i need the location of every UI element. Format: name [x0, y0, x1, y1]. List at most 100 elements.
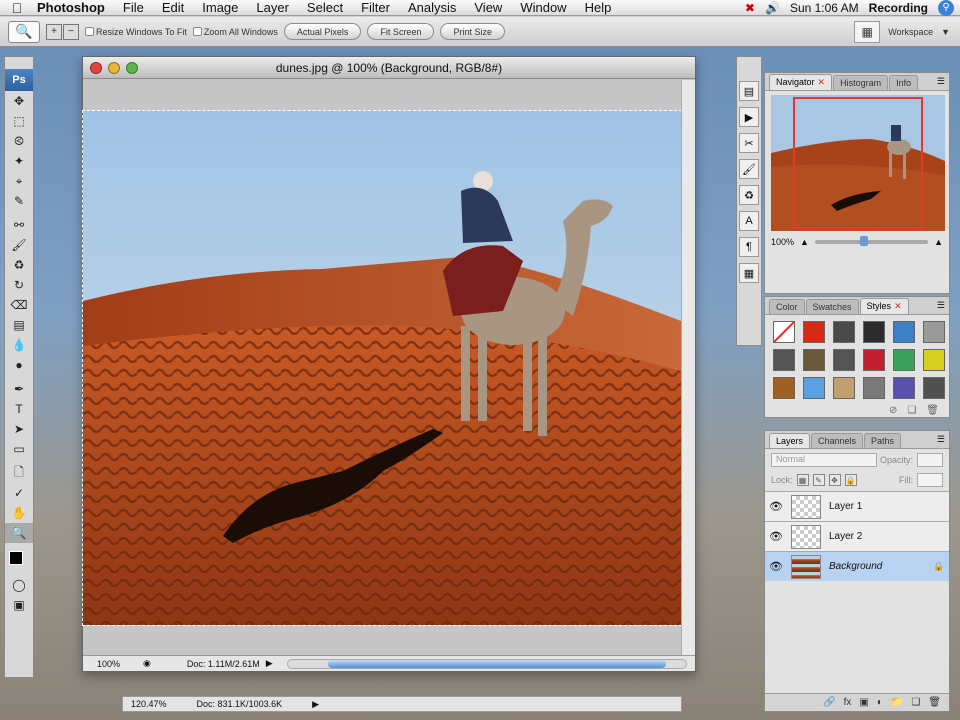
zoom-out-icon[interactable]: − [63, 23, 79, 40]
blur-tool-icon[interactable]: 💧 [5, 335, 33, 355]
clock[interactable]: Sun 1:06 AM [790, 1, 859, 15]
tab-paths[interactable]: Paths [864, 433, 902, 448]
zoom-out-mountain-icon[interactable]: ▲ [800, 237, 809, 247]
zoom-tool-preset-icon[interactable]: 🔍 [8, 20, 40, 43]
chevron-down-icon[interactable]: ▼ [941, 27, 950, 37]
close-icon[interactable] [90, 61, 102, 74]
zoom-icon[interactable] [126, 61, 138, 74]
style-swatch[interactable] [923, 377, 945, 399]
clear-style-icon[interactable]: ⊘ [889, 405, 897, 416]
layer-row-selected[interactable]: 👁 Background 🔒 [765, 551, 949, 581]
pen-tool-icon[interactable]: ✒ [5, 379, 33, 399]
clone-stamp-tool-icon[interactable]: ♻ [5, 255, 33, 275]
zoom-in-mountain-icon[interactable]: ▲ [934, 237, 943, 247]
no-entry-icon[interactable]: ✖ [745, 1, 755, 15]
spotlight-icon[interactable]: ⚲ [938, 0, 954, 16]
panel-menu-icon[interactable]: ☰ [937, 434, 945, 445]
panel-menu-icon[interactable]: ☰ [937, 300, 945, 311]
menu-layer[interactable]: Layer [247, 0, 298, 16]
clone-source-icon[interactable]: ♻ [739, 185, 759, 205]
menu-select[interactable]: Select [298, 0, 352, 16]
new-layer-icon[interactable]: ❏ [911, 697, 920, 708]
style-swatch[interactable] [803, 321, 825, 343]
style-swatch[interactable] [773, 377, 795, 399]
style-swatch[interactable] [863, 349, 885, 371]
menu-help[interactable]: Help [576, 0, 621, 16]
style-swatch[interactable] [833, 349, 855, 371]
style-swatch[interactable] [893, 349, 915, 371]
magic-wand-tool-icon[interactable]: ✦ [5, 151, 33, 171]
crop-tool-icon[interactable]: ⌖ [5, 171, 33, 191]
tool-presets-icon[interactable]: ✂ [739, 133, 759, 153]
vertical-scrollbar[interactable] [681, 80, 695, 655]
recording-status[interactable]: Recording [869, 1, 928, 15]
canvas-area[interactable] [82, 80, 682, 655]
menu-analysis[interactable]: Analysis [399, 0, 465, 16]
style-swatch[interactable] [923, 349, 945, 371]
dunes-image[interactable] [82, 110, 682, 626]
lock-transparency-icon[interactable]: ▦ [796, 474, 809, 486]
eyedropper-tool-icon[interactable]: ✓ [5, 483, 33, 503]
fill-field[interactable] [917, 473, 943, 487]
style-swatch[interactable] [833, 377, 855, 399]
status-menu-icon[interactable]: ◉ [143, 658, 151, 669]
ps-logo[interactable]: Ps [5, 69, 33, 91]
hand-tool-icon[interactable]: ✋ [5, 503, 33, 523]
horizontal-scrollbar[interactable] [286, 658, 687, 669]
healing-brush-tool-icon[interactable]: ⚯ [5, 215, 33, 235]
workspace-menu[interactable]: Workspace [888, 27, 933, 37]
tab-swatches[interactable]: Swatches [805, 299, 859, 314]
link-layers-icon[interactable]: 🔗 [823, 697, 835, 708]
layer-row[interactable]: 👁 Layer 1 [765, 491, 949, 521]
style-swatch[interactable] [803, 349, 825, 371]
notes-tool-icon[interactable]: 🗋 [5, 463, 33, 483]
apple-icon[interactable]:  [6, 0, 28, 16]
status-arrow-icon[interactable]: ▶ [312, 699, 319, 710]
style-swatch[interactable] [803, 377, 825, 399]
minimize-icon[interactable] [108, 61, 120, 74]
style-swatch[interactable] [893, 377, 915, 399]
tab-layers[interactable]: Layers [769, 433, 811, 448]
tab-styles[interactable]: Styles ✕ [859, 298, 909, 314]
menu-window[interactable]: Window [511, 0, 575, 16]
eye-icon[interactable]: 👁 [765, 560, 787, 573]
layer-style-icon[interactable]: fx [844, 697, 852, 708]
eraser-tool-icon[interactable]: ⌫ [5, 295, 33, 315]
zoom-level[interactable]: 100% [97, 659, 137, 669]
tab-navigator[interactable]: Navigator ✕ [769, 74, 833, 90]
lock-all-icon[interactable]: 🔒 [844, 474, 857, 486]
dodge-tool-icon[interactable]: ● [5, 355, 33, 375]
type-tool-icon[interactable]: T [5, 399, 33, 419]
lasso-tool-icon[interactable]: ⧀ [5, 131, 33, 151]
resize-windows-checkbox[interactable]: Resize Windows To Fit [85, 27, 187, 37]
shape-tool-icon[interactable]: ▭ [5, 439, 33, 459]
brushes-palette-icon[interactable]: 🖌 [739, 159, 759, 179]
history-palette-icon[interactable]: ▤ [739, 81, 759, 101]
gradient-tool-icon[interactable]: ▤ [5, 315, 33, 335]
status-arrow-icon[interactable]: ▶ [266, 658, 273, 669]
actual-pixels-button[interactable]: Actual Pixels [283, 23, 362, 40]
slider-knob[interactable] [860, 236, 869, 246]
eye-icon[interactable]: 👁 [765, 500, 787, 513]
navigator-zoom-value[interactable]: 100% [771, 237, 794, 247]
paragraph-palette-icon[interactable]: ¶ [739, 237, 759, 257]
tab-color[interactable]: Color [769, 299, 805, 314]
history-brush-tool-icon[interactable]: ↻ [5, 275, 33, 295]
lock-image-icon[interactable]: ✎ [812, 474, 825, 486]
zoom-in-icon[interactable]: + [46, 23, 62, 40]
tab-channels[interactable]: Channels [811, 433, 864, 448]
app-menu[interactable]: Photoshop [28, 0, 114, 16]
document-titlebar[interactable]: dunes.jpg @ 100% (Background, RGB/8#) [83, 57, 695, 79]
layer-mask-icon[interactable]: ▣ [859, 697, 868, 708]
color-swatches[interactable] [5, 543, 33, 575]
blend-mode-select[interactable]: Normal [771, 453, 877, 467]
panel-menu-icon[interactable]: ☰ [937, 76, 945, 87]
move-tool-icon[interactable]: ✥ [5, 91, 33, 111]
navigator-view-box[interactable] [793, 97, 923, 229]
close-icon[interactable]: ✕ [818, 77, 826, 87]
navigator-thumbnail[interactable] [771, 95, 945, 231]
adjustment-layer-icon[interactable]: ◐ [877, 697, 883, 708]
background-zoom-level[interactable]: 120.47% [131, 699, 167, 709]
screen-mode-icon[interactable]: ▣ [5, 595, 33, 615]
delete-icon[interactable]: 🗑 [928, 697, 941, 708]
